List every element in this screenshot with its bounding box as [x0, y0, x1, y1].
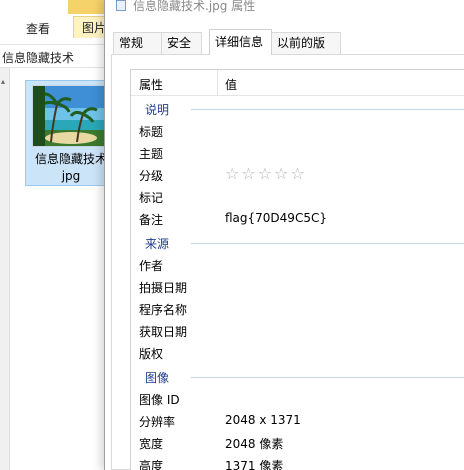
property-row-resolution[interactable]: 分辨率 2048 x 1371: [131, 410, 464, 432]
group-label: 图像: [145, 371, 170, 385]
property-row-date-taken[interactable]: 拍摄日期: [131, 276, 464, 298]
properties-dialog: 信息隐藏技术.jpg 属性 常规 安全 详细信息 以前的版本 属性 值 说明 标…: [104, 0, 464, 470]
property-name: 版权: [139, 347, 164, 361]
tab-details[interactable]: 详细信息: [209, 29, 272, 55]
tab-general[interactable]: 常规: [113, 32, 162, 54]
dialog-titlebar[interactable]: 信息隐藏技术.jpg 属性: [105, 0, 464, 24]
file-name-line1: 信息隐藏技术: [34, 152, 107, 166]
group-label: 说明: [145, 103, 170, 117]
image-thumbnail: [32, 85, 108, 147]
column-header-value[interactable]: 值: [225, 76, 237, 93]
property-row-comments[interactable]: 备注 flag{70D49C5C}: [131, 208, 464, 230]
property-name: 主题: [139, 147, 164, 161]
file-item-selected[interactable]: 信息隐藏技术 jpg: [25, 80, 115, 186]
property-row-rating[interactable]: 分级 ☆☆☆☆☆: [131, 164, 464, 186]
property-row-copyright[interactable]: 版权: [131, 342, 464, 364]
property-name: 备注: [139, 213, 164, 227]
tab-previous-versions[interactable]: 以前的版本: [271, 32, 341, 70]
property-name: 作者: [139, 259, 164, 273]
list-header: 属性 值: [131, 70, 464, 96]
property-value: flag{70D49C5C}: [225, 211, 327, 225]
address-path: 信息隐藏技术: [2, 51, 75, 65]
property-name: 标题: [139, 125, 164, 139]
rating-stars-icon[interactable]: ☆☆☆☆☆: [225, 165, 307, 183]
property-row-author[interactable]: 作者: [131, 254, 464, 276]
column-header-property[interactable]: 属性: [139, 76, 163, 93]
navigation-pane: [0, 68, 10, 470]
file-icon: [116, 0, 126, 11]
group-description: 说明: [131, 98, 464, 118]
group-label: 来源: [145, 237, 170, 251]
property-row-date-acquired[interactable]: 获取日期: [131, 320, 464, 342]
group-divider: [191, 109, 464, 110]
address-bar[interactable]: 信息隐藏技术: [0, 44, 120, 68]
property-row-image-id[interactable]: 图像 ID: [131, 388, 464, 410]
property-name: 获取日期: [139, 325, 188, 339]
group-origin: 来源: [131, 232, 464, 252]
dialog-tabs: 常规 安全 详细信息 以前的版本: [105, 26, 464, 70]
group-divider: [191, 243, 464, 244]
tab-security[interactable]: 安全: [161, 32, 202, 54]
property-row-program-name[interactable]: 程序名称: [131, 298, 464, 320]
scroll-up-icon[interactable]: ▴: [1, 78, 9, 86]
column-divider[interactable]: [217, 70, 218, 96]
file-name-line2: jpg: [61, 169, 81, 183]
property-row-width[interactable]: 宽度 2048 像素: [131, 432, 464, 454]
property-row-tags[interactable]: 标记: [131, 186, 464, 208]
property-name: 宽度: [139, 437, 164, 451]
property-name: 高度: [139, 459, 164, 470]
property-value: 2048 x 1371: [225, 413, 301, 427]
dialog-title: 信息隐藏技术.jpg 属性: [133, 0, 256, 13]
property-row-height[interactable]: 高度 1371 像素: [131, 454, 464, 470]
group-divider: [191, 377, 464, 378]
ribbon-tab-view[interactable]: 查看: [18, 18, 58, 40]
property-name: 分级: [139, 169, 164, 183]
beach-thumbnail-icon: [33, 86, 107, 146]
group-image: 图像: [131, 366, 464, 386]
property-value: 1371 像素: [225, 459, 284, 470]
property-name: 分辨率: [139, 415, 176, 429]
property-name: 拍摄日期: [139, 281, 188, 295]
property-list[interactable]: 属性 值 说明 标题 主题 分级 ☆☆☆☆☆ 标记 备注 flag{70D49C…: [130, 69, 464, 470]
property-row-title[interactable]: 标题: [131, 120, 464, 142]
property-row-subject[interactable]: 主题: [131, 142, 464, 164]
file-name-label: 信息隐藏技术 jpg: [26, 151, 116, 185]
property-value: 2048 像素: [225, 437, 284, 451]
property-name: 图像 ID: [139, 393, 180, 407]
property-name: 程序名称: [139, 303, 188, 317]
details-panel: 属性 值 说明 标题 主题 分级 ☆☆☆☆☆ 标记 备注 flag{70D49C…: [111, 54, 464, 470]
property-name: 标记: [139, 191, 164, 205]
